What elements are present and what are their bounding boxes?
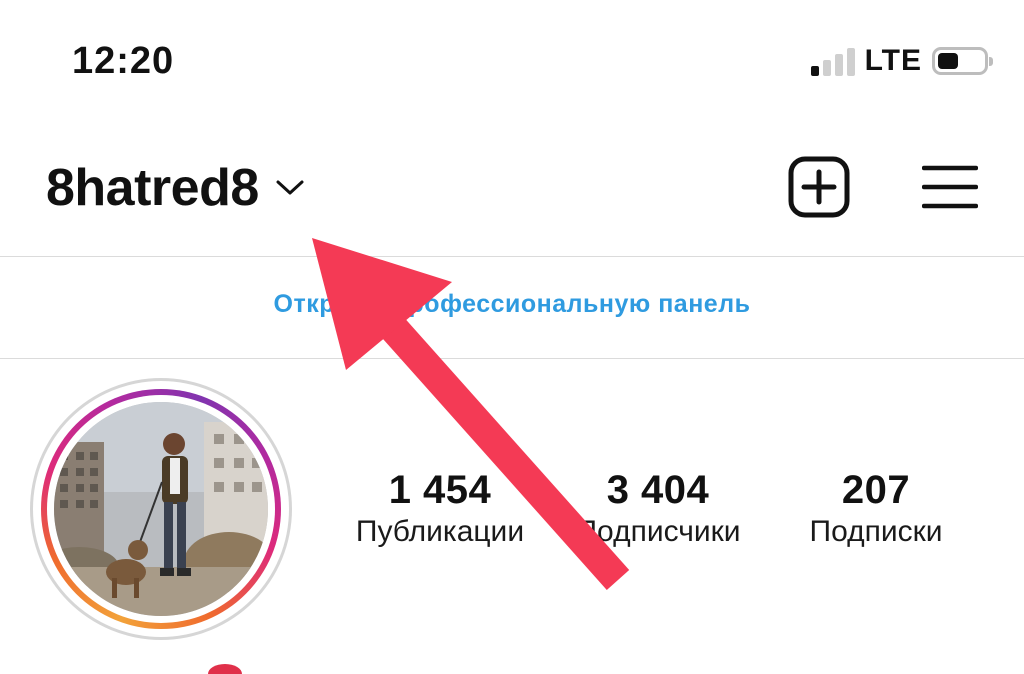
professional-dashboard-link[interactable]: Открыть профессиональную панель (0, 290, 1024, 319)
signal-icon (810, 46, 855, 76)
account-switcher[interactable]: 8hatred8 (46, 158, 305, 218)
stat-followers[interactable]: 3 404 Подписчики (558, 468, 758, 549)
stat-value: 207 (841, 468, 911, 512)
header-actions (788, 156, 978, 218)
plus-square-icon[interactable] (788, 156, 850, 218)
header-divider (0, 256, 1024, 257)
profile-photo (54, 402, 268, 616)
stat-label: Подписки (809, 515, 943, 548)
status-indicators: LTE (810, 44, 993, 78)
username[interactable]: 8hatred8 (46, 158, 259, 218)
stat-label: Публикации (355, 515, 525, 548)
profile-screen: 12:20 LTE 8hatred8 Открыть профессиональ… (0, 0, 1024, 674)
stat-value: 3 404 (606, 468, 710, 512)
story-ring (41, 389, 281, 629)
status-time: 12:20 (72, 40, 175, 82)
battery-level (938, 53, 958, 69)
stat-value: 1 454 (388, 468, 492, 512)
partial-icon (208, 664, 242, 674)
stat-following[interactable]: 207 Подписки (776, 468, 976, 549)
chevron-down-icon[interactable] (275, 178, 305, 198)
hamburger-menu-icon[interactable] (922, 162, 978, 212)
stat-posts[interactable]: 1 454 Публикации (340, 468, 540, 549)
stat-label: Подписчики (575, 515, 741, 548)
avatar[interactable] (30, 378, 292, 640)
network-type: LTE (864, 44, 922, 77)
panel-divider (0, 358, 1024, 359)
battery-icon (932, 47, 993, 75)
